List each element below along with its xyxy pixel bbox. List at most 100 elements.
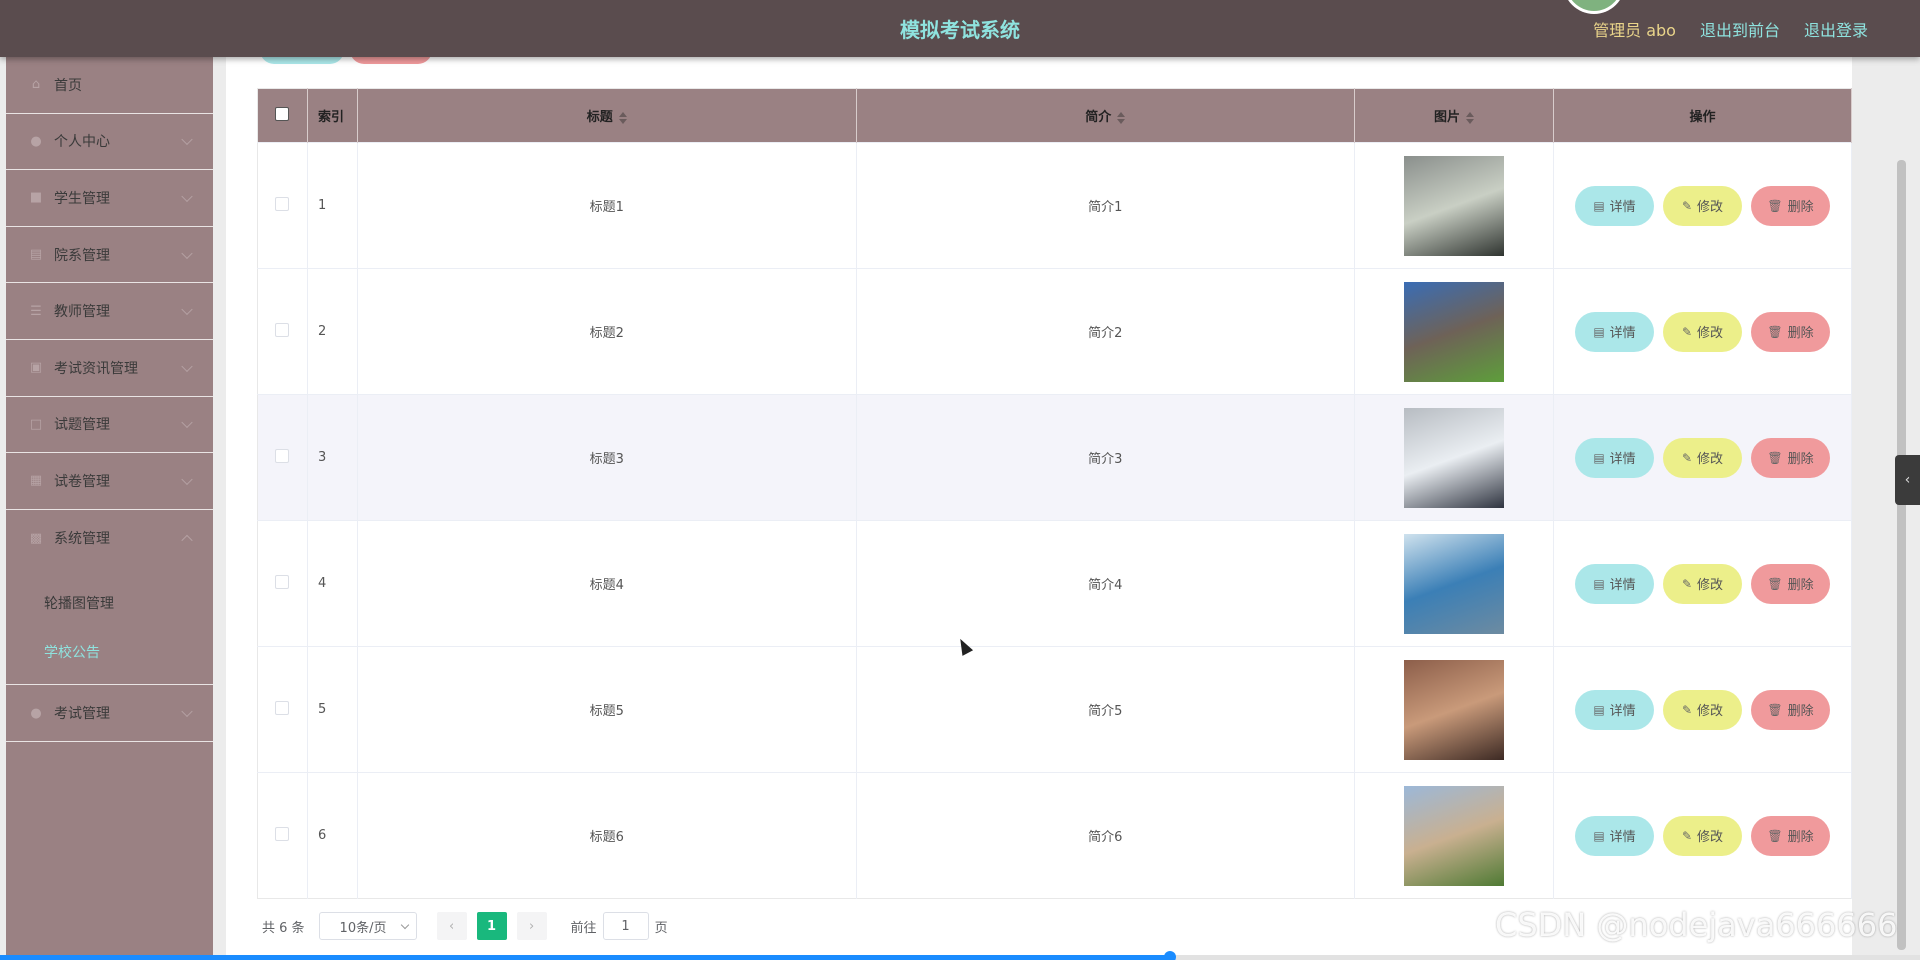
intro-cell: 简介1 [856, 142, 1356, 269]
actions-cell: ▤ 详情 ✎ 修改 🗑 删除 [1553, 142, 1852, 269]
delete-button[interactable]: 🗑 删除 [1751, 437, 1830, 478]
title-cell: 标题4 [357, 520, 857, 647]
pencil-icon: ✎ [1681, 576, 1693, 591]
trash-icon: 🗑 [1767, 198, 1783, 213]
sidebar-item-teachers[interactable]: ☰ 教师管理 [6, 283, 213, 340]
detail-button[interactable]: ▤ 详情 [1575, 311, 1654, 352]
edit-button[interactable]: ✎ 修改 [1663, 311, 1742, 352]
sidebar-item-system[interactable]: ▩ 系统管理 [6, 510, 213, 567]
edit-button[interactable]: ✎ 修改 [1663, 185, 1742, 226]
detail-button[interactable]: ▤ 详情 [1575, 815, 1654, 856]
column-header-actions: 操作 [1553, 88, 1852, 143]
sort-icon[interactable] [1466, 111, 1475, 124]
trash-icon: 🗑 [1767, 324, 1783, 339]
total-count: 共 6 条 [262, 920, 305, 936]
detail-label: 详情 [1609, 830, 1636, 845]
delete-button[interactable]: 🗑 删除 [1751, 185, 1830, 226]
chevron-down-icon [181, 473, 193, 486]
row-checkbox[interactable] [275, 826, 290, 841]
index-cell: 3 [307, 394, 358, 521]
thumbnail-image[interactable] [1404, 155, 1505, 256]
sidebar-item-exam-news[interactable]: ▣ 考试资讯管理 [6, 340, 213, 397]
scrollbar[interactable] [1897, 160, 1906, 950]
prev-page-button[interactable]: ‹ [436, 912, 467, 940]
select-all-cell [257, 88, 308, 143]
collapse-toggle[interactable]: ‹ [1895, 455, 1920, 505]
sidebar-subitem-carousel[interactable]: 轮播图管理 [6, 578, 213, 627]
sidebar-item-home[interactable]: ⌂ 首页 [6, 57, 213, 114]
page-number-current[interactable]: 1 [476, 912, 507, 940]
document-icon: ▤ [1593, 576, 1605, 591]
thumbnail-image[interactable] [1404, 659, 1505, 760]
edit-button[interactable]: ✎ 修改 [1663, 689, 1742, 730]
video-progress-bar[interactable] [0, 951, 1920, 960]
delete-button[interactable]: 🗑 删除 [1751, 815, 1830, 856]
row-checkbox[interactable] [275, 574, 290, 589]
delete-button[interactable]: 🗑 删除 [1751, 689, 1830, 730]
edit-button[interactable]: ✎ 修改 [1663, 815, 1742, 856]
sidebar-item-label: 首页 [54, 77, 82, 94]
edit-button[interactable]: ✎ 修改 [1663, 437, 1742, 478]
sort-icon[interactable] [618, 111, 627, 124]
chevron-down-icon [181, 303, 193, 316]
detail-label: 详情 [1609, 200, 1636, 215]
sidebar-item-papers[interactable]: ▦ 试卷管理 [6, 453, 213, 510]
detail-button[interactable]: ▤ 详情 [1575, 437, 1654, 478]
sidebar-item-label: 个人中心 [54, 134, 110, 151]
goto-page-input[interactable] [602, 912, 649, 940]
image-cell [1354, 142, 1554, 269]
row-checkbox[interactable] [275, 196, 290, 211]
thumbnail-image[interactable] [1404, 281, 1505, 382]
detail-label: 详情 [1609, 704, 1636, 719]
column-header-intro[interactable]: 简介 [856, 88, 1356, 143]
table-row: 2 标题2 简介2 ▤ 详情 ✎ 修改 🗑 删除 [257, 268, 1852, 395]
actions-cell: ▤ 详情 ✎ 修改 🗑 删除 [1553, 268, 1852, 395]
detail-button[interactable]: ▤ 详情 [1575, 563, 1654, 604]
delete-button[interactable]: 🗑 删除 [1751, 563, 1830, 604]
thumbnail-image[interactable] [1404, 407, 1505, 508]
row-checkbox[interactable] [275, 700, 290, 715]
column-header-title[interactable]: 标题 [357, 88, 857, 143]
column-header-image[interactable]: 图片 [1354, 88, 1554, 143]
index-cell: 2 [307, 268, 358, 395]
image-cell [1354, 772, 1554, 899]
row-checkbox[interactable] [275, 448, 290, 463]
sidebar-item-questions[interactable]: □ 试题管理 [6, 397, 213, 454]
title-cell: 标题1 [357, 142, 857, 269]
edit-label: 修改 [1697, 452, 1724, 467]
delete-label: 删除 [1787, 452, 1814, 467]
sidebar-item-exams[interactable]: ● 考试管理 [6, 685, 213, 742]
logout-link[interactable]: 退出登录 [1804, 17, 1868, 41]
edit-button[interactable]: ✎ 修改 [1663, 563, 1742, 604]
sidebar-item-students[interactable]: ■ 学生管理 [6, 170, 213, 227]
pencil-icon: ✎ [1681, 828, 1693, 843]
sidebar-item-personal-center[interactable]: ● 个人中心 [6, 114, 213, 171]
delete-label: 删除 [1787, 704, 1814, 719]
sort-icon[interactable] [1117, 111, 1126, 124]
intro-cell: 简介5 [856, 646, 1356, 773]
sidebar-subitem-announcements[interactable]: 学校公告 [6, 627, 213, 676]
sidebar-item-departments[interactable]: ▤ 院系管理 [6, 227, 213, 284]
front-link[interactable]: 退出到前台 [1700, 17, 1780, 41]
delete-button[interactable]: 🗑 删除 [1751, 311, 1830, 352]
department-icon: ▤ [29, 247, 43, 263]
table-row: 6 标题6 简介6 ▤ 详情 ✎ 修改 🗑 删除 [257, 772, 1852, 899]
sidebar-item-label: 试题管理 [54, 417, 110, 434]
next-page-button[interactable]: › [516, 912, 547, 940]
thumbnail-image[interactable] [1404, 533, 1505, 634]
actions-cell: ▤ 详情 ✎ 修改 🗑 删除 [1553, 772, 1852, 899]
image-cell [1354, 646, 1554, 773]
goto-label: 前往 [570, 920, 597, 936]
avatar[interactable] [1563, 0, 1625, 14]
delete-label: 删除 [1787, 326, 1814, 341]
select-all-checkbox[interactable] [275, 106, 290, 121]
page-size-select[interactable]: 10条/页 [318, 912, 417, 940]
trash-icon: 🗑 [1767, 702, 1783, 717]
home-icon: ⌂ [31, 77, 41, 93]
thumbnail-image[interactable] [1404, 785, 1505, 886]
detail-button[interactable]: ▤ 详情 [1575, 185, 1654, 226]
progress-knob[interactable] [1164, 951, 1176, 960]
pencil-icon: ✎ [1681, 450, 1693, 465]
detail-button[interactable]: ▤ 详情 [1575, 689, 1654, 730]
row-checkbox[interactable] [275, 322, 290, 337]
